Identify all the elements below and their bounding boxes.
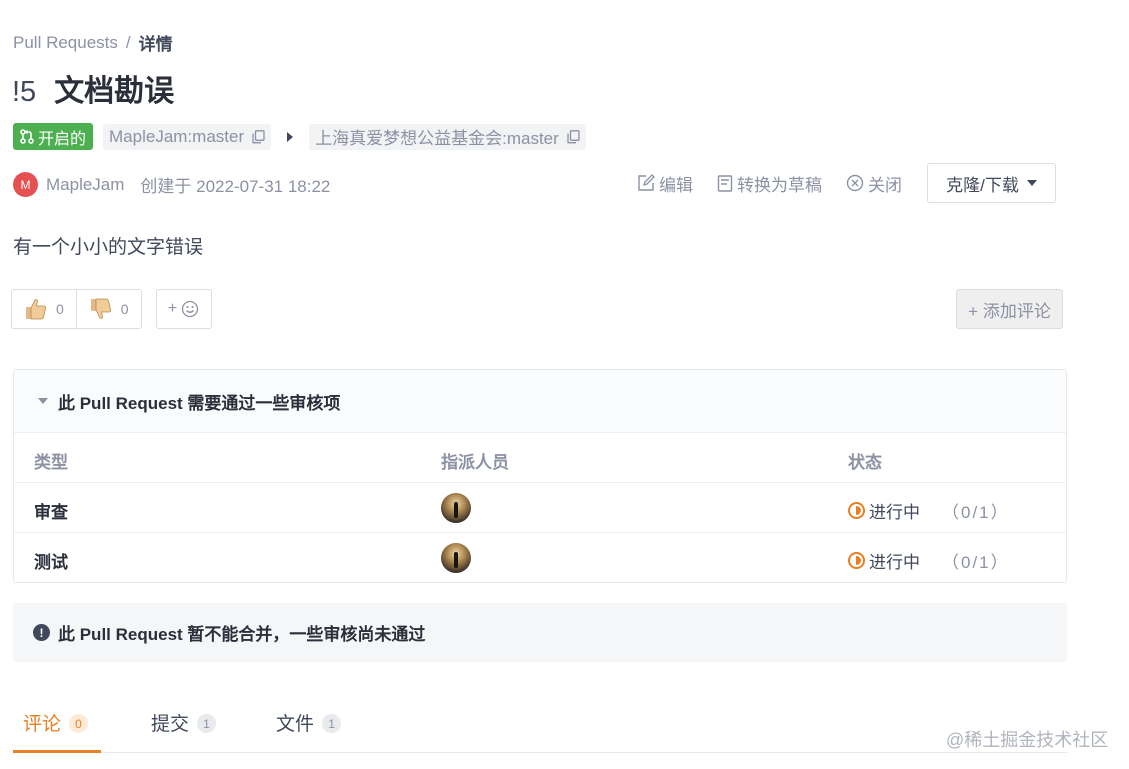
assignee-avatar[interactable]: [441, 493, 471, 523]
status-badge-label: 开启的: [38, 130, 87, 148]
tab-comments[interactable]: 评论 0: [13, 703, 101, 753]
breadcrumb: Pull Requests / 详情: [13, 30, 173, 55]
tab-files-label: 文件: [276, 714, 315, 735]
column-status-header: 状态: [848, 453, 882, 472]
in-progress-icon: [848, 552, 865, 569]
assignee-avatar[interactable]: [441, 543, 471, 573]
copy-icon[interactable]: [252, 129, 265, 144]
edit-icon: [638, 174, 655, 191]
draft-icon: [717, 174, 733, 192]
edit-label: 编辑: [659, 175, 693, 195]
pr-tabs: 评论 0 提交 1 文件 1: [13, 703, 1067, 753]
watermark: @稀土掘金技术社区: [946, 730, 1109, 750]
convert-to-draft-label: 转换为草稿: [737, 175, 822, 195]
status-badge: 开启的: [13, 123, 94, 150]
review-checklist-title: 此 Pull Request 需要通过一些审核项: [58, 393, 341, 413]
reaction-group: 0 0: [11, 289, 142, 329]
thumbs-down-reaction[interactable]: 0: [75, 290, 141, 328]
source-branch: MapleJam:master: [103, 123, 272, 150]
review-status: 进行中 （0/1）: [848, 498, 1010, 523]
target-branch-label[interactable]: 上海真爱梦想公益基金会:master: [315, 124, 559, 149]
in-progress-icon: [848, 502, 865, 519]
thumbs-up-count: 0: [56, 301, 64, 317]
clone-download-button[interactable]: 克隆/下载: [927, 163, 1056, 203]
status-text: 进行中: [869, 553, 920, 572]
target-branch: 上海真爱梦想公益基金会:master: [309, 123, 586, 150]
avatar[interactable]: M: [13, 172, 38, 197]
source-branch-label[interactable]: MapleJam:master: [109, 127, 244, 147]
add-comment-button[interactable]: + 添加评论: [956, 289, 1063, 329]
close-circle-icon: [846, 174, 864, 192]
tab-commits-count: 1: [197, 714, 217, 733]
convert-to-draft-button[interactable]: 转换为草稿: [717, 171, 822, 196]
created-timestamp: 创建于 2022-07-31 18:22: [140, 177, 331, 196]
merge-warning: ! 此 Pull Request 暂不能合并，一些审核尚未通过: [13, 603, 1067, 662]
tab-comments-label: 评论: [23, 714, 62, 735]
page-title: 文档勘误: [54, 75, 175, 108]
tab-comments-count: 0: [69, 714, 89, 733]
table-row: 审查 进行中 （0/1）: [14, 483, 1066, 533]
tab-commits-label: 提交: [151, 714, 190, 735]
author-row: M MapleJam 创建于 2022-07-31 18:22: [13, 172, 330, 197]
copy-icon[interactable]: [567, 129, 580, 144]
review-status: 进行中 （0/1）: [848, 548, 1010, 573]
breadcrumb-separator: /: [125, 32, 131, 52]
smiley-icon: [182, 300, 199, 318]
tab-commits[interactable]: 提交 1: [151, 703, 217, 753]
merge-direction-arrow-icon: [287, 131, 294, 142]
review-type: 审查: [34, 503, 68, 522]
breadcrumb-current: 详情: [138, 35, 173, 54]
page-title-row: !5 文档勘误: [12, 66, 174, 110]
review-table-header: 类型 指派人员 状态: [14, 433, 1066, 483]
reactions-bar: 0 0 +: [11, 289, 212, 329]
status-progress: （0/1）: [942, 503, 1010, 522]
thumbs-up-icon: [26, 299, 46, 320]
status-text: 进行中: [869, 503, 920, 522]
exclamation-icon: !: [33, 624, 50, 641]
thumbs-down-icon: [90, 298, 111, 319]
avatar[interactable]: [441, 493, 471, 523]
pr-actions: 编辑 转换为草稿 关闭 克隆/下载: [637, 163, 1056, 203]
review-checklist-header[interactable]: 此 Pull Request 需要通过一些审核项: [14, 370, 1066, 433]
add-emoji-plus: +: [167, 300, 178, 317]
close-pr-label: 关闭: [868, 175, 902, 195]
status-progress: （0/1）: [942, 553, 1010, 572]
thumbs-up-reaction[interactable]: 0: [12, 290, 76, 328]
thumbs-down-count: 0: [120, 301, 129, 317]
pr-number: !5: [12, 76, 37, 108]
review-checklist: 此 Pull Request 需要通过一些审核项 类型 指派人员 状态 审查 进…: [13, 369, 1067, 583]
merge-warning-text: 此 Pull Request 暂不能合并，一些审核尚未通过: [58, 625, 426, 644]
author-name[interactable]: MapleJam: [46, 175, 124, 195]
column-type-header: 类型: [34, 453, 68, 472]
close-pr-button[interactable]: 关闭: [846, 171, 902, 196]
avatar[interactable]: [441, 543, 471, 573]
collapse-triangle-icon[interactable]: [38, 398, 48, 404]
chevron-down-icon: [1026, 180, 1037, 186]
column-assignee-header: 指派人员: [441, 453, 509, 472]
review-type: 测试: [34, 553, 68, 572]
branch-row: 开启的 MapleJam:master 上海真爱梦想公益基金会:master: [13, 123, 586, 150]
add-emoji-button[interactable]: +: [155, 289, 212, 329]
table-row: 测试 进行中 （0/1）: [14, 533, 1066, 583]
tab-files[interactable]: 文件 1: [276, 703, 342, 753]
edit-button[interactable]: 编辑: [637, 171, 693, 196]
clone-download-label: 克隆/下载: [946, 175, 1019, 195]
pull-request-icon: [20, 129, 34, 144]
tab-files-count: 1: [322, 714, 342, 733]
breadcrumb-pull-requests-link[interactable]: Pull Requests: [13, 33, 118, 53]
pr-description: 有一个小小的文字错误: [13, 237, 204, 258]
